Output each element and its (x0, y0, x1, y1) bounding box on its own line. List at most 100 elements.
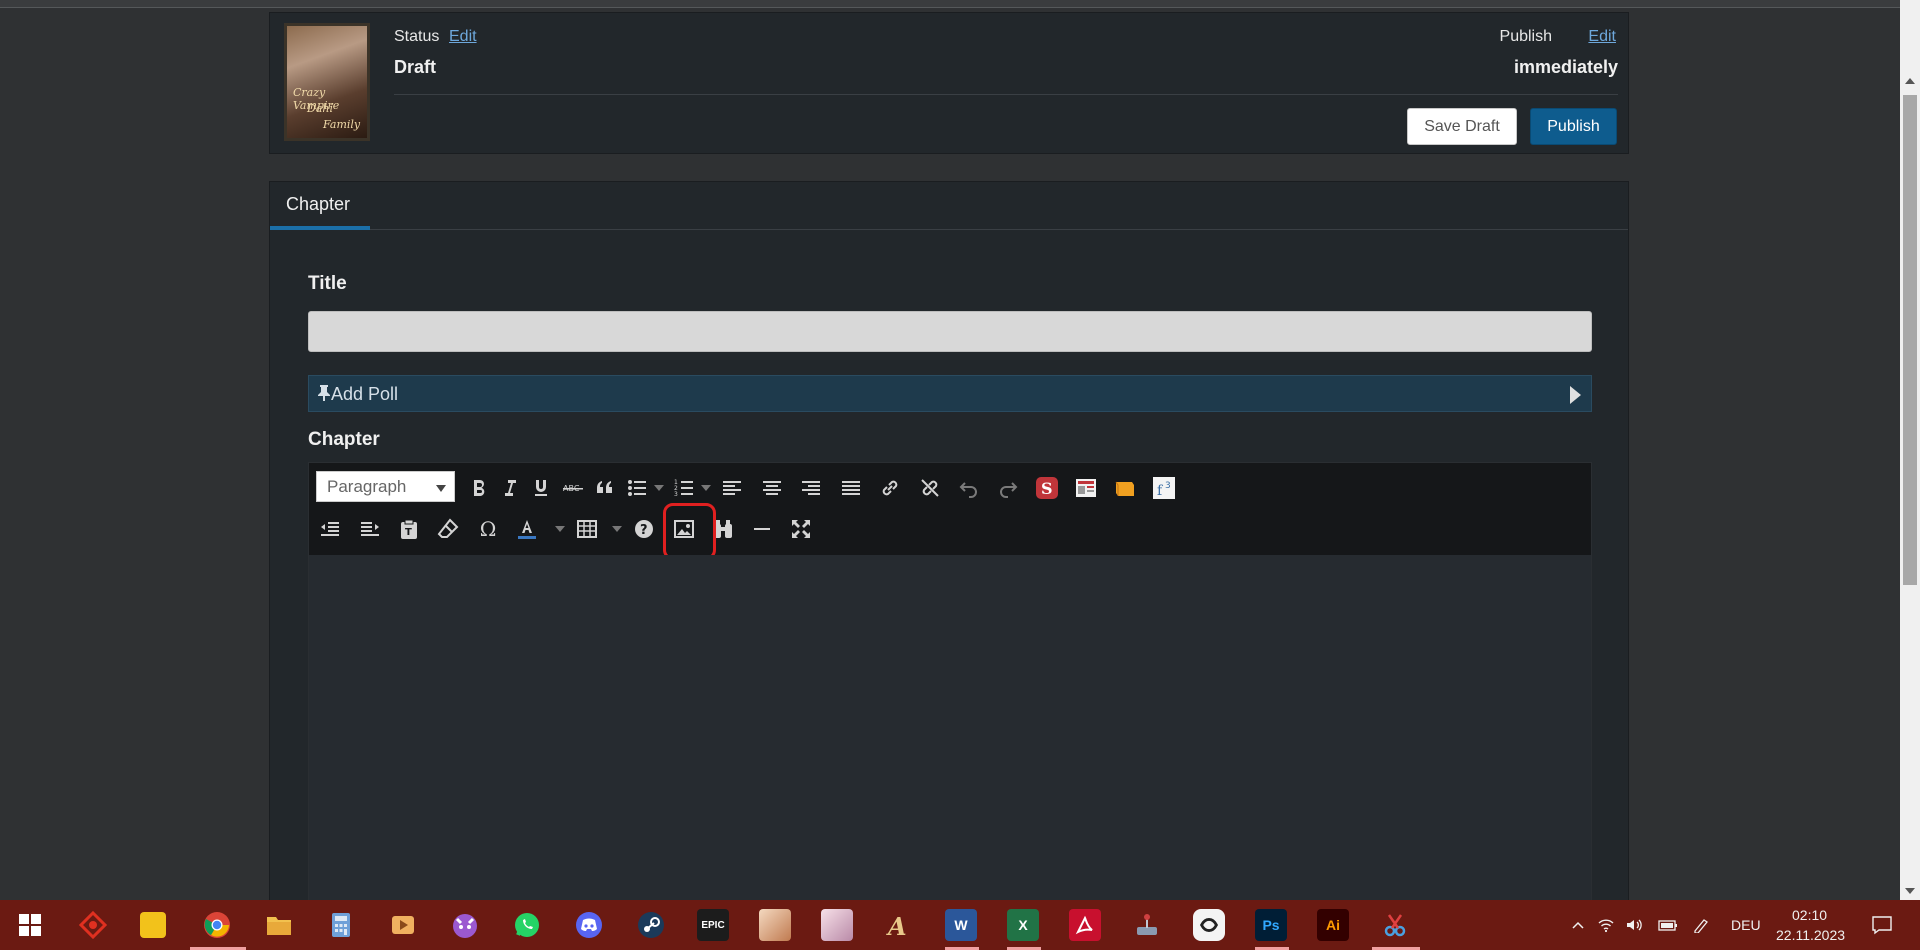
add-poll-toggle[interactable]: Add Poll (308, 375, 1592, 412)
align-right-icon[interactable] (796, 473, 826, 503)
link-icon[interactable] (875, 473, 905, 503)
language-indicator[interactable]: DEU (1731, 917, 1761, 933)
add-poll-label: Add Poll (331, 384, 399, 404)
scroll-up-arrow-icon[interactable] (1905, 78, 1915, 84)
book-cover-image: Crazy Vampire Dahi Family (284, 23, 370, 141)
news-icon[interactable] (1071, 473, 1101, 503)
unlink-icon[interactable] (915, 473, 945, 503)
windows-taskbar: EPIC A W X Ps Ai DEU 02:10 22.11.2023 (0, 900, 1920, 950)
chapter-content-label: Chapter (308, 429, 380, 450)
text-color-icon[interactable] (512, 514, 542, 544)
publish-button[interactable]: Publish (1530, 108, 1617, 145)
tray-chevron-up-icon[interactable] (1569, 917, 1587, 933)
numbered-list-icon[interactable]: 123 (669, 473, 699, 503)
volume-icon[interactable] (1625, 917, 1643, 933)
chevron-down-icon (436, 485, 446, 492)
scroll-thumb[interactable] (1903, 95, 1917, 585)
omega-icon[interactable]: Ω (473, 514, 503, 544)
indent-icon[interactable] (355, 514, 385, 544)
illustrator-label: Ai (1326, 917, 1340, 933)
whatsapp-icon[interactable] (511, 909, 543, 941)
svg-text:?: ? (640, 523, 648, 538)
editor-toolbar: Paragraph ABC 123 S f3 T Ω ? (309, 463, 1591, 560)
pen-icon[interactable] (1692, 917, 1710, 934)
undo-icon[interactable] (954, 473, 984, 503)
illustrator-icon[interactable]: Ai (1317, 909, 1349, 941)
excel-icon[interactable]: X (1007, 909, 1039, 941)
format-select-value: Paragraph (327, 477, 407, 496)
save-draft-button[interactable]: Save Draft (1407, 108, 1517, 145)
calculator-icon[interactable] (325, 909, 357, 941)
redo-icon[interactable] (993, 473, 1023, 503)
media-player-icon[interactable] (387, 909, 419, 941)
eraser-icon[interactable] (433, 514, 463, 544)
word-label: W (954, 917, 968, 933)
clock-date[interactable]: 22.11.2023 (1776, 927, 1845, 943)
panel-tabs: Chapter (270, 182, 1628, 230)
svg-text:A: A (886, 912, 907, 939)
help-icon[interactable]: ? (629, 514, 659, 544)
bullet-list-icon[interactable] (622, 473, 652, 503)
outdent-icon[interactable] (315, 514, 345, 544)
tab-chapter[interactable]: Chapter (286, 194, 350, 215)
paste-text-icon[interactable]: T (394, 514, 424, 544)
game-a-icon[interactable]: A (883, 909, 915, 941)
title-input[interactable] (308, 311, 1592, 352)
discord-icon[interactable] (573, 909, 605, 941)
joystick-icon[interactable] (1131, 909, 1163, 941)
chrome-icon[interactable] (201, 909, 233, 941)
epic-games-icon[interactable]: EPIC (697, 909, 729, 941)
top-border (0, 0, 1900, 8)
anime-game-icon-1[interactable] (759, 909, 791, 941)
footnote-icon[interactable]: f3 (1149, 473, 1179, 503)
align-left-icon[interactable] (717, 473, 747, 503)
windows-start-icon[interactable] (14, 909, 46, 941)
game-icon[interactable] (77, 909, 109, 941)
table-icon[interactable] (572, 514, 602, 544)
publish-edit-link[interactable]: Edit (1588, 28, 1616, 46)
spoiler-s-icon[interactable]: S (1032, 473, 1062, 503)
cat-app-icon[interactable] (449, 909, 481, 941)
photoshop-label: Ps (1262, 917, 1280, 933)
cover-title-line: Family (323, 118, 361, 131)
sticky-notes-icon[interactable] (140, 912, 166, 938)
underline-icon[interactable] (526, 473, 556, 503)
photoshop-icon[interactable]: Ps (1255, 909, 1287, 941)
steam-icon[interactable] (635, 909, 667, 941)
strikethrough-icon[interactable]: ABC (558, 473, 588, 503)
title-label: Title (308, 273, 347, 294)
status-edit-link[interactable]: Edit (449, 28, 477, 46)
text-color-dropdown-icon[interactable] (555, 526, 565, 532)
publish-time-value: immediately (1513, 57, 1618, 77)
fullscreen-icon[interactable] (786, 514, 816, 544)
note-icon[interactable] (1110, 473, 1140, 503)
anime-game-icon-2[interactable] (821, 909, 853, 941)
page-scrollbar[interactable] (1900, 0, 1920, 900)
clock-time[interactable]: 02:10 (1792, 907, 1827, 923)
bullet-list-dropdown-icon[interactable] (654, 485, 664, 491)
acrobat-icon[interactable] (1069, 909, 1101, 941)
blockquote-icon[interactable] (590, 473, 620, 503)
numbered-list-dropdown-icon[interactable] (701, 485, 711, 491)
battery-icon[interactable] (1658, 917, 1677, 933)
word-icon[interactable]: W (945, 909, 977, 941)
clip-icon[interactable] (1193, 909, 1225, 941)
epic-games-label: EPIC (701, 919, 725, 931)
svg-text:3: 3 (1165, 481, 1171, 491)
file-explorer-icon[interactable] (263, 909, 295, 941)
bold-icon[interactable] (464, 473, 494, 503)
svg-text:S: S (1041, 479, 1053, 498)
status-label: Status (394, 28, 440, 45)
align-center-icon[interactable] (757, 473, 787, 503)
table-dropdown-icon[interactable] (612, 526, 622, 532)
scroll-down-arrow-icon[interactable] (1905, 888, 1915, 894)
wifi-icon[interactable] (1597, 917, 1615, 933)
italic-icon[interactable] (495, 473, 525, 503)
editor-content-area[interactable] (309, 555, 1591, 903)
notifications-icon[interactable] (1871, 915, 1893, 935)
divider (394, 94, 1618, 95)
align-justify-icon[interactable] (836, 473, 866, 503)
format-select[interactable]: Paragraph (316, 471, 455, 502)
horizontal-rule-icon[interactable] (747, 514, 777, 544)
snip-icon[interactable] (1379, 909, 1411, 941)
